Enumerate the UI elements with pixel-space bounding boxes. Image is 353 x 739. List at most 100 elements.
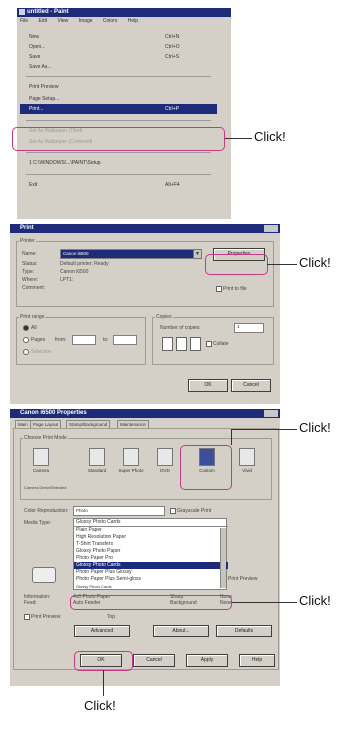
media-option-highlight [70,595,232,610]
print-dialog: Print Printer Name: Canon i6500 ▼ Proper… [10,224,280,404]
collate-page-icon [190,337,201,351]
printer-name-select[interactable]: Canon i6500 [60,249,194,259]
collate-label: Collate [213,341,229,347]
media-option[interactable]: Photo Paper Plus Semi-gloss [74,576,228,583]
menu-item-exit[interactable]: Exit Alt+F4 [20,180,217,190]
print-titlebar: Print [10,224,280,233]
comment-label: Comment: [22,285,46,291]
callout-line [267,264,297,265]
menu-help[interactable]: Help [128,18,138,24]
paint-menubar: File Edit View Image Colors Help [17,17,231,25]
paint-window: untitled - Paint File Edit View Image Co… [17,8,231,219]
file-menu-dropdown: New Ctrl+N Open... Ctrl+O Save Ctrl+S Save … [20,27,217,219]
menu-edit[interactable]: Edit [38,18,47,24]
ok-button[interactable]: OK [188,379,228,392]
media-option[interactable]: Glossy Photo Cards [74,583,228,590]
grayscale-checkbox[interactable] [170,508,176,514]
media-option[interactable]: T-Shirt Transfers [74,541,228,548]
defaults-button[interactable]: Defaults [216,625,272,637]
paint-titlebar: untitled - Paint [17,8,231,17]
info-b-label: Feed: [24,600,37,606]
selection-label: Selection [31,349,52,355]
menu-colors[interactable]: Colors [103,18,117,24]
chevron-down-icon[interactable]: ▼ [193,249,202,259]
callout-line [232,602,297,603]
menu-item-print-preview[interactable]: Print Preview [20,82,217,92]
copies-group-label: Copies [155,314,173,320]
menu-item-recent-file[interactable]: 1 C:\WINDOWS\...\PAINT\Setup [20,158,217,168]
callout-click-label: Click! [299,255,331,270]
color-reproduction-select[interactable]: Photo [73,506,165,516]
pages-radio[interactable] [23,337,29,343]
from-label: from: [55,337,67,343]
ok-button-highlight [74,651,133,671]
to-field[interactable] [113,335,137,345]
print-mode-label: Choose Print Mode [23,435,68,441]
mode-standard[interactable]: Standard [82,448,112,473]
preview-value: Top [107,614,116,620]
copies-field[interactable]: 1 [234,323,264,333]
media-option[interactable]: Photo Paper Pro [74,555,228,562]
menu-item-print[interactable]: Print... Ctrl+P [20,104,217,114]
mode-camera[interactable]: Camera [26,448,56,473]
media-option[interactable]: Photo Paper Plus Glossy [74,569,228,576]
cancel-button[interactable]: Cancel [133,654,175,667]
from-field[interactable] [72,335,96,345]
callout-line [231,429,297,430]
media-option[interactable]: High Resolution Paper [74,534,228,541]
print-preview-side-label: Print Preview [228,576,258,582]
callout-click-label: Click! [254,129,286,144]
disc-icon [157,448,173,466]
scrollbar[interactable] [220,528,226,588]
document-icon [89,448,105,466]
menu-file[interactable]: File [20,18,28,24]
cancel-button[interactable]: Cancel [231,379,271,392]
preview-checkbox[interactable] [24,614,30,620]
help-button[interactable]: Help [239,654,275,667]
properties-titlebar: Canon i6500 Properties [10,409,280,418]
menu-item-new[interactable]: New Ctrl+N [20,32,217,42]
mode-super-photo[interactable]: Super Photo [116,448,146,473]
menu-image[interactable]: Image [79,18,93,24]
print-to-file-checkbox[interactable] [216,286,222,292]
menu-separator [26,174,211,175]
print-item-highlight [12,127,225,151]
mode-dvd[interactable]: DVD [150,448,180,473]
about-button[interactable]: About... [153,625,209,637]
print-range-label: Print range [19,314,46,320]
name-label: Name: [22,251,37,257]
callout-click-label: Click! [299,420,331,435]
properties-button-highlight [205,254,268,275]
all-radio[interactable] [23,325,29,331]
paint-app-icon [19,9,25,15]
advanced-button[interactable]: Advanced [74,625,130,637]
preview-label: Print Preview [31,614,61,620]
type-value: Canon i6500 [60,269,89,275]
printer-group-label: Printer [19,238,36,244]
menu-separator [26,76,211,77]
media-option[interactable]: Plain Paper [74,527,228,534]
mode-vivid[interactable]: Vivid [232,448,262,473]
to-label: to: [103,337,109,343]
media-option-selected[interactable]: Glossy Photo Cards [74,562,228,569]
menu-item-save[interactable]: Save Ctrl+S [20,52,217,62]
menu-item-save-as[interactable]: Save As... [20,62,217,72]
pages-label: Pages [31,337,46,343]
print-title: Print [20,225,34,231]
vivid-icon [239,448,255,466]
menu-view[interactable]: View [57,18,68,24]
close-icon[interactable] [264,225,278,232]
media-option[interactable]: Glossy Photo Paper [74,548,228,555]
collate-checkbox[interactable] [206,341,212,347]
menu-separator [26,120,211,121]
properties-dialog: Canon i6500 Properties Main Page Layout … [10,409,280,686]
menu-item-page-setup[interactable]: Page Setup... [20,94,217,104]
callout-line [103,670,104,696]
menu-item-open[interactable]: Open... Ctrl+O [20,42,217,52]
selection-radio[interactable] [23,349,29,355]
callout-line [231,429,232,445]
close-icon[interactable] [264,410,278,417]
apply-button[interactable]: Apply [186,654,228,667]
media-type-dropdown[interactable]: Glossy Photo Cards Plain Paper High Reso… [73,518,228,590]
camera-direct-label: Camera Direct/Selected [24,485,67,490]
